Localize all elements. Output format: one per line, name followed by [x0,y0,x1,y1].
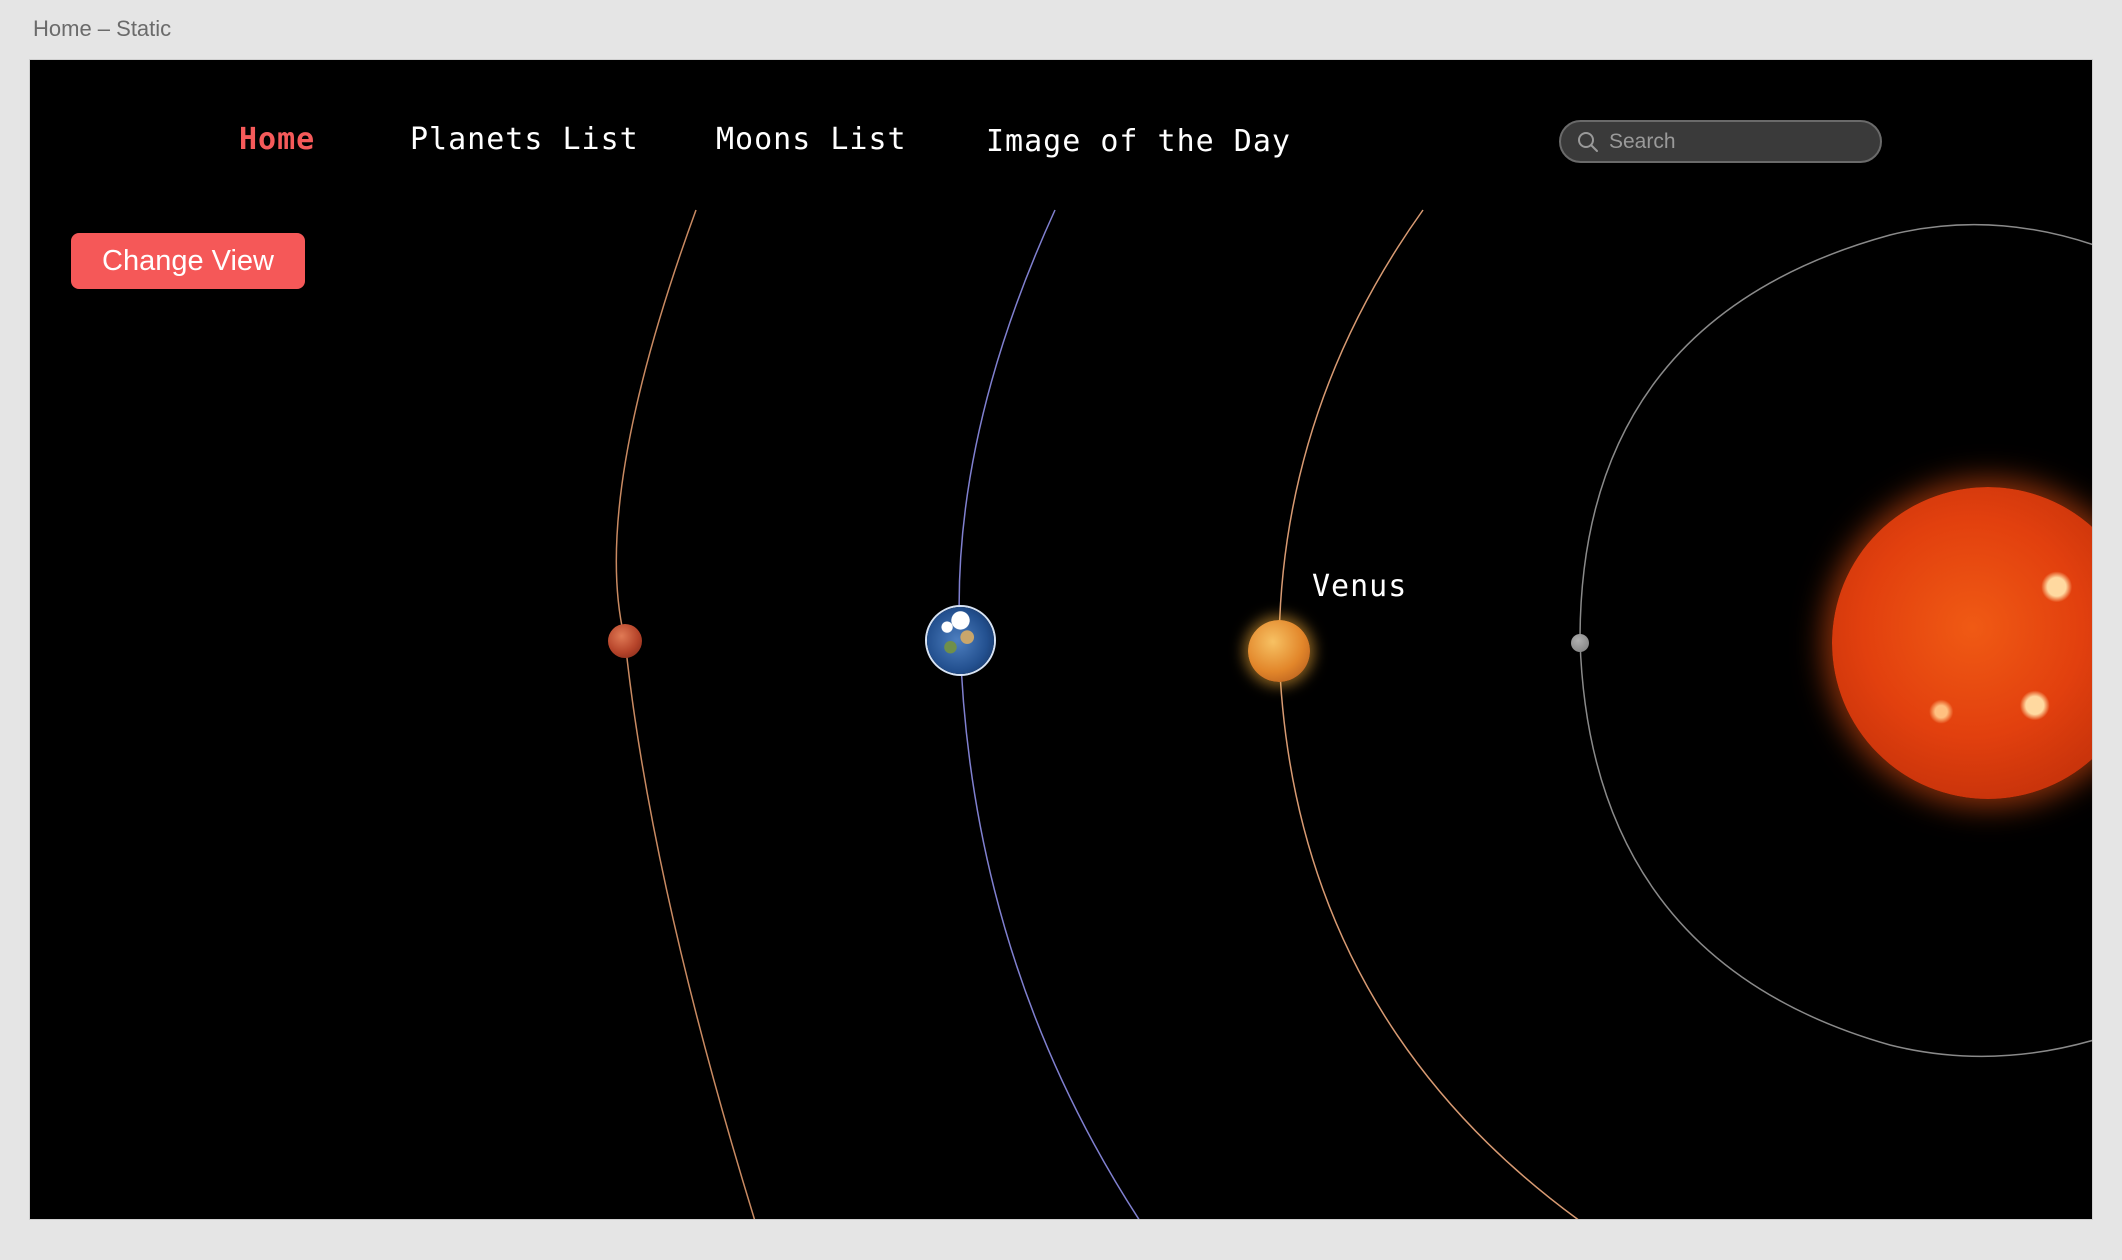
earth-orbit [958,209,1140,1219]
solar-system-canvas: Home Planets List Moons List Image of th… [29,59,2093,1220]
mars-orbit [615,209,756,1219]
venus-orbit [1278,209,1579,1219]
window-title: Home – Static [33,16,172,41]
planet-label-venus: Venus [1312,569,1408,604]
change-view-button[interactable]: Change View [71,233,305,289]
planet-venus[interactable] [1248,620,1310,682]
orbit-lines [615,209,2092,1219]
nav-planets-list[interactable]: Planets List [410,122,639,157]
search-bar[interactable] [1559,120,1882,163]
planet-mercury[interactable] [1571,634,1589,652]
planet-earth[interactable] [927,607,994,674]
search-icon [1578,131,1598,152]
search-input[interactable] [1607,128,1861,155]
planet-mars[interactable] [608,624,642,658]
nav-home[interactable]: Home [239,122,315,157]
nav-image-of-the-day[interactable]: Image of the Day [986,124,1291,159]
nav-moons-list[interactable]: Moons List [716,122,907,157]
